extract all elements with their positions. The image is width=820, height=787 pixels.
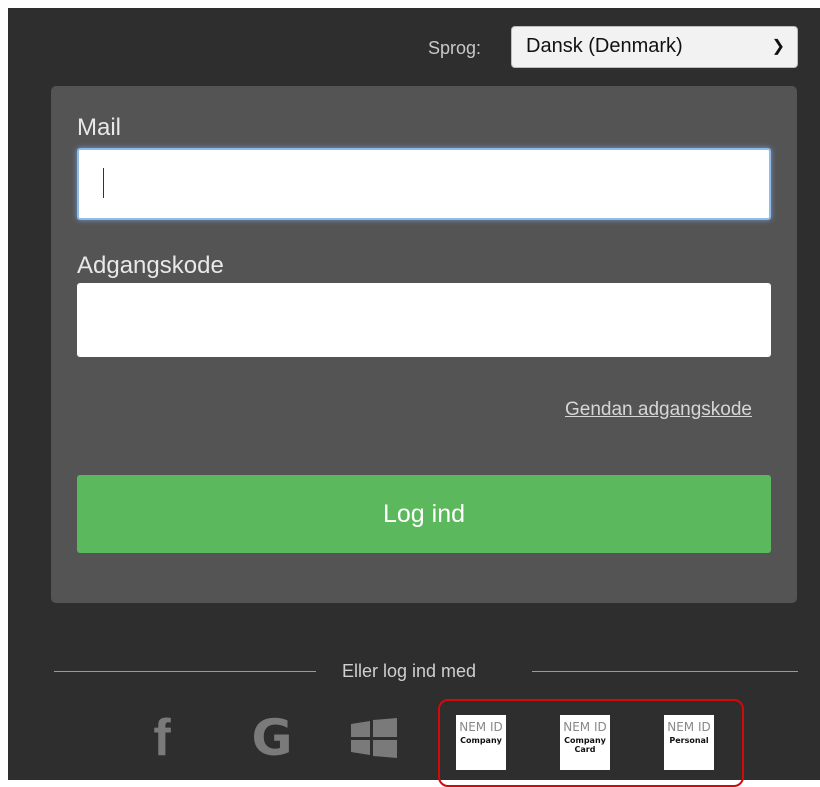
password-input[interactable]	[77, 283, 771, 357]
login-card: Mail Adgangskode Gendan adgangskode Log …	[51, 86, 797, 603]
nemid-company-card-label: Company Card	[564, 736, 606, 754]
divider-line-left	[54, 671, 316, 672]
nemid-logo-text: NEM ID	[563, 720, 607, 734]
windows-icon	[351, 718, 397, 758]
divider-line-right	[532, 671, 798, 672]
nemid-company-button[interactable]: NEM ID Company	[456, 715, 506, 770]
password-label: Adgangskode	[77, 252, 224, 279]
nemid-logo-text: NEM ID	[459, 720, 503, 734]
nemid-login-group: NEM ID Company NEM ID Company Card NEM I…	[438, 699, 744, 787]
nemid-personal-label: Personal	[669, 736, 709, 745]
language-selected-value: Dansk (Denmark)	[526, 35, 683, 57]
nemid-company-card-button[interactable]: NEM ID Company Card	[560, 715, 610, 770]
facebook-icon: f	[153, 709, 171, 767]
nemid-personal-button[interactable]: NEM ID Personal	[664, 715, 714, 770]
chevron-down-icon: ❯	[771, 38, 785, 55]
google-login-button[interactable]: G	[242, 708, 302, 768]
nemid-company-label: Company	[460, 736, 502, 745]
reset-password-link[interactable]: Gendan adgangskode	[565, 399, 752, 421]
facebook-login-button[interactable]: f	[142, 708, 182, 768]
alt-login-divider-text: Eller log ind med	[342, 661, 477, 681]
language-label: Sprog:	[428, 38, 482, 58]
login-button[interactable]: Log ind	[77, 475, 771, 553]
mail-input[interactable]	[77, 148, 771, 220]
login-page: Sprog: Dansk (Denmark) ❯ Mail Adgangskod…	[8, 8, 820, 787]
google-icon: G	[251, 709, 293, 767]
nemid-logo-text: NEM ID	[667, 720, 711, 734]
mail-label: Mail	[77, 114, 122, 141]
text-caret	[103, 168, 104, 198]
language-select[interactable]: Dansk (Denmark) ❯	[511, 26, 798, 68]
windows-login-button[interactable]	[344, 708, 404, 768]
